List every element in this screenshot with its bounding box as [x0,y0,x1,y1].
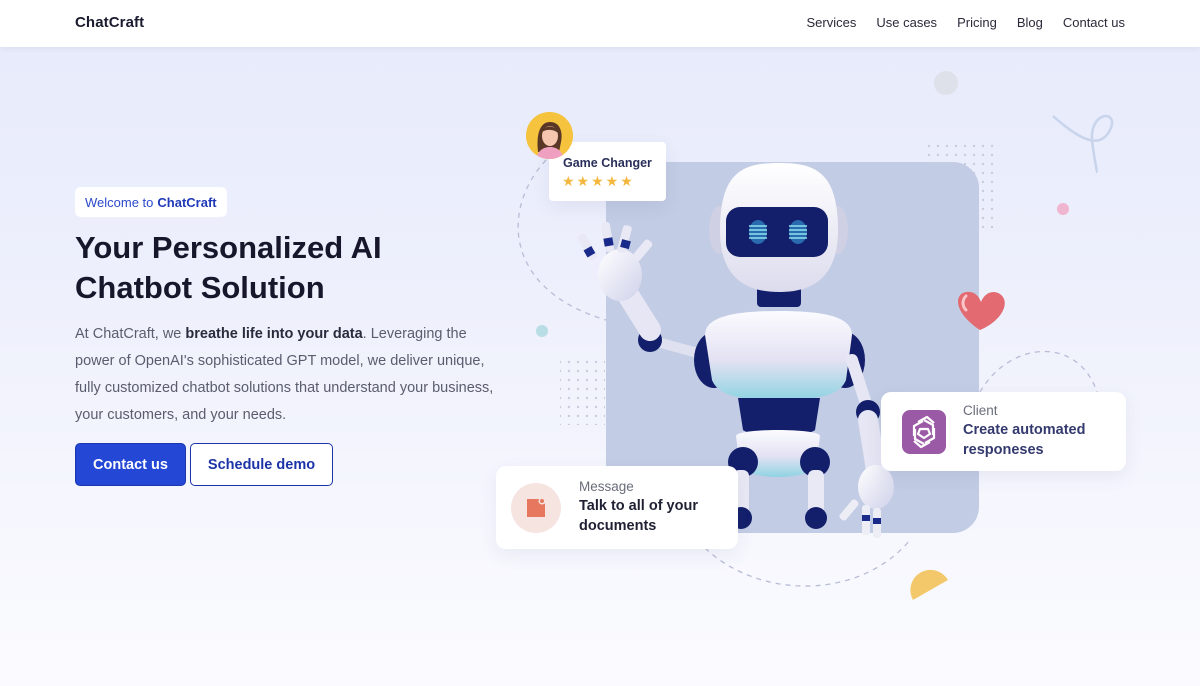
client-text: Create automated responeses [963,420,1085,460]
navbar: ChatCraft Services Use cases Pricing Blo… [0,0,1200,47]
robot-head [709,163,848,292]
message-text-line1: Talk to all of your [579,498,698,514]
heart-icon [958,291,1005,330]
hero-title-line1: Your Personalized AI [75,230,382,265]
dot-grid-top [922,138,1000,228]
schedule-demo-button[interactable]: Schedule demo [190,443,333,486]
welcome-badge: Welcome to ChatCraft [75,187,227,217]
brand-logo[interactable]: ChatCraft [75,14,144,31]
document-icon [511,483,561,533]
client-card: Client Create automated responeses [881,392,1126,471]
deco-half-circle [910,569,948,600]
client-label: Client [963,403,998,418]
nav-link-pricing[interactable]: Pricing [957,15,997,30]
client-text-line1: Create automated [963,422,1086,438]
hero-description: At ChatCraft, we breathe life into your … [75,321,495,429]
deco-squiggle [1052,114,1114,174]
deco-circle-teal [536,325,548,337]
openai-logo-icon [902,410,946,454]
robot-torso [694,311,865,477]
nav-link-use-cases[interactable]: Use cases [876,15,937,30]
message-text: Talk to all of your documents [579,496,698,536]
robot-left-arm [577,221,710,360]
dashed-orbit-right [979,350,1099,396]
woman-avatar-icon [526,112,573,159]
nav-link-blog[interactable]: Blog [1017,15,1043,30]
hero-desc-bold: breathe life into your data [185,326,363,342]
message-card: Message Talk to all of your documents [496,466,738,549]
message-label: Message [579,479,634,494]
hero-desc-part1: At ChatCraft, we [75,326,186,342]
contact-us-button[interactable]: Contact us [75,443,186,486]
welcome-badge-prefix: Welcome to [85,194,154,210]
client-text-line2: responeses [963,442,1044,458]
nav-link-contact[interactable]: Contact us [1063,15,1125,30]
nav-link-services[interactable]: Services [807,15,857,30]
hero-title: Your Personalized AI Chatbot Solution [75,228,475,308]
rating-stars-icon: ★★★★★ [562,173,635,189]
nav-links: Services Use cases Pricing Blog Contact … [807,15,1126,30]
hero-title-line2: Chatbot Solution [75,270,325,305]
dot-grid-left [560,355,605,425]
game-changer-title: Game Changer [563,156,652,170]
dashed-orbit-bottom [704,539,911,587]
message-text-line2: documents [579,518,657,534]
deco-circle-grey [934,71,958,95]
welcome-badge-brand: ChatCraft [157,194,217,210]
deco-circle-pink [1057,203,1069,215]
